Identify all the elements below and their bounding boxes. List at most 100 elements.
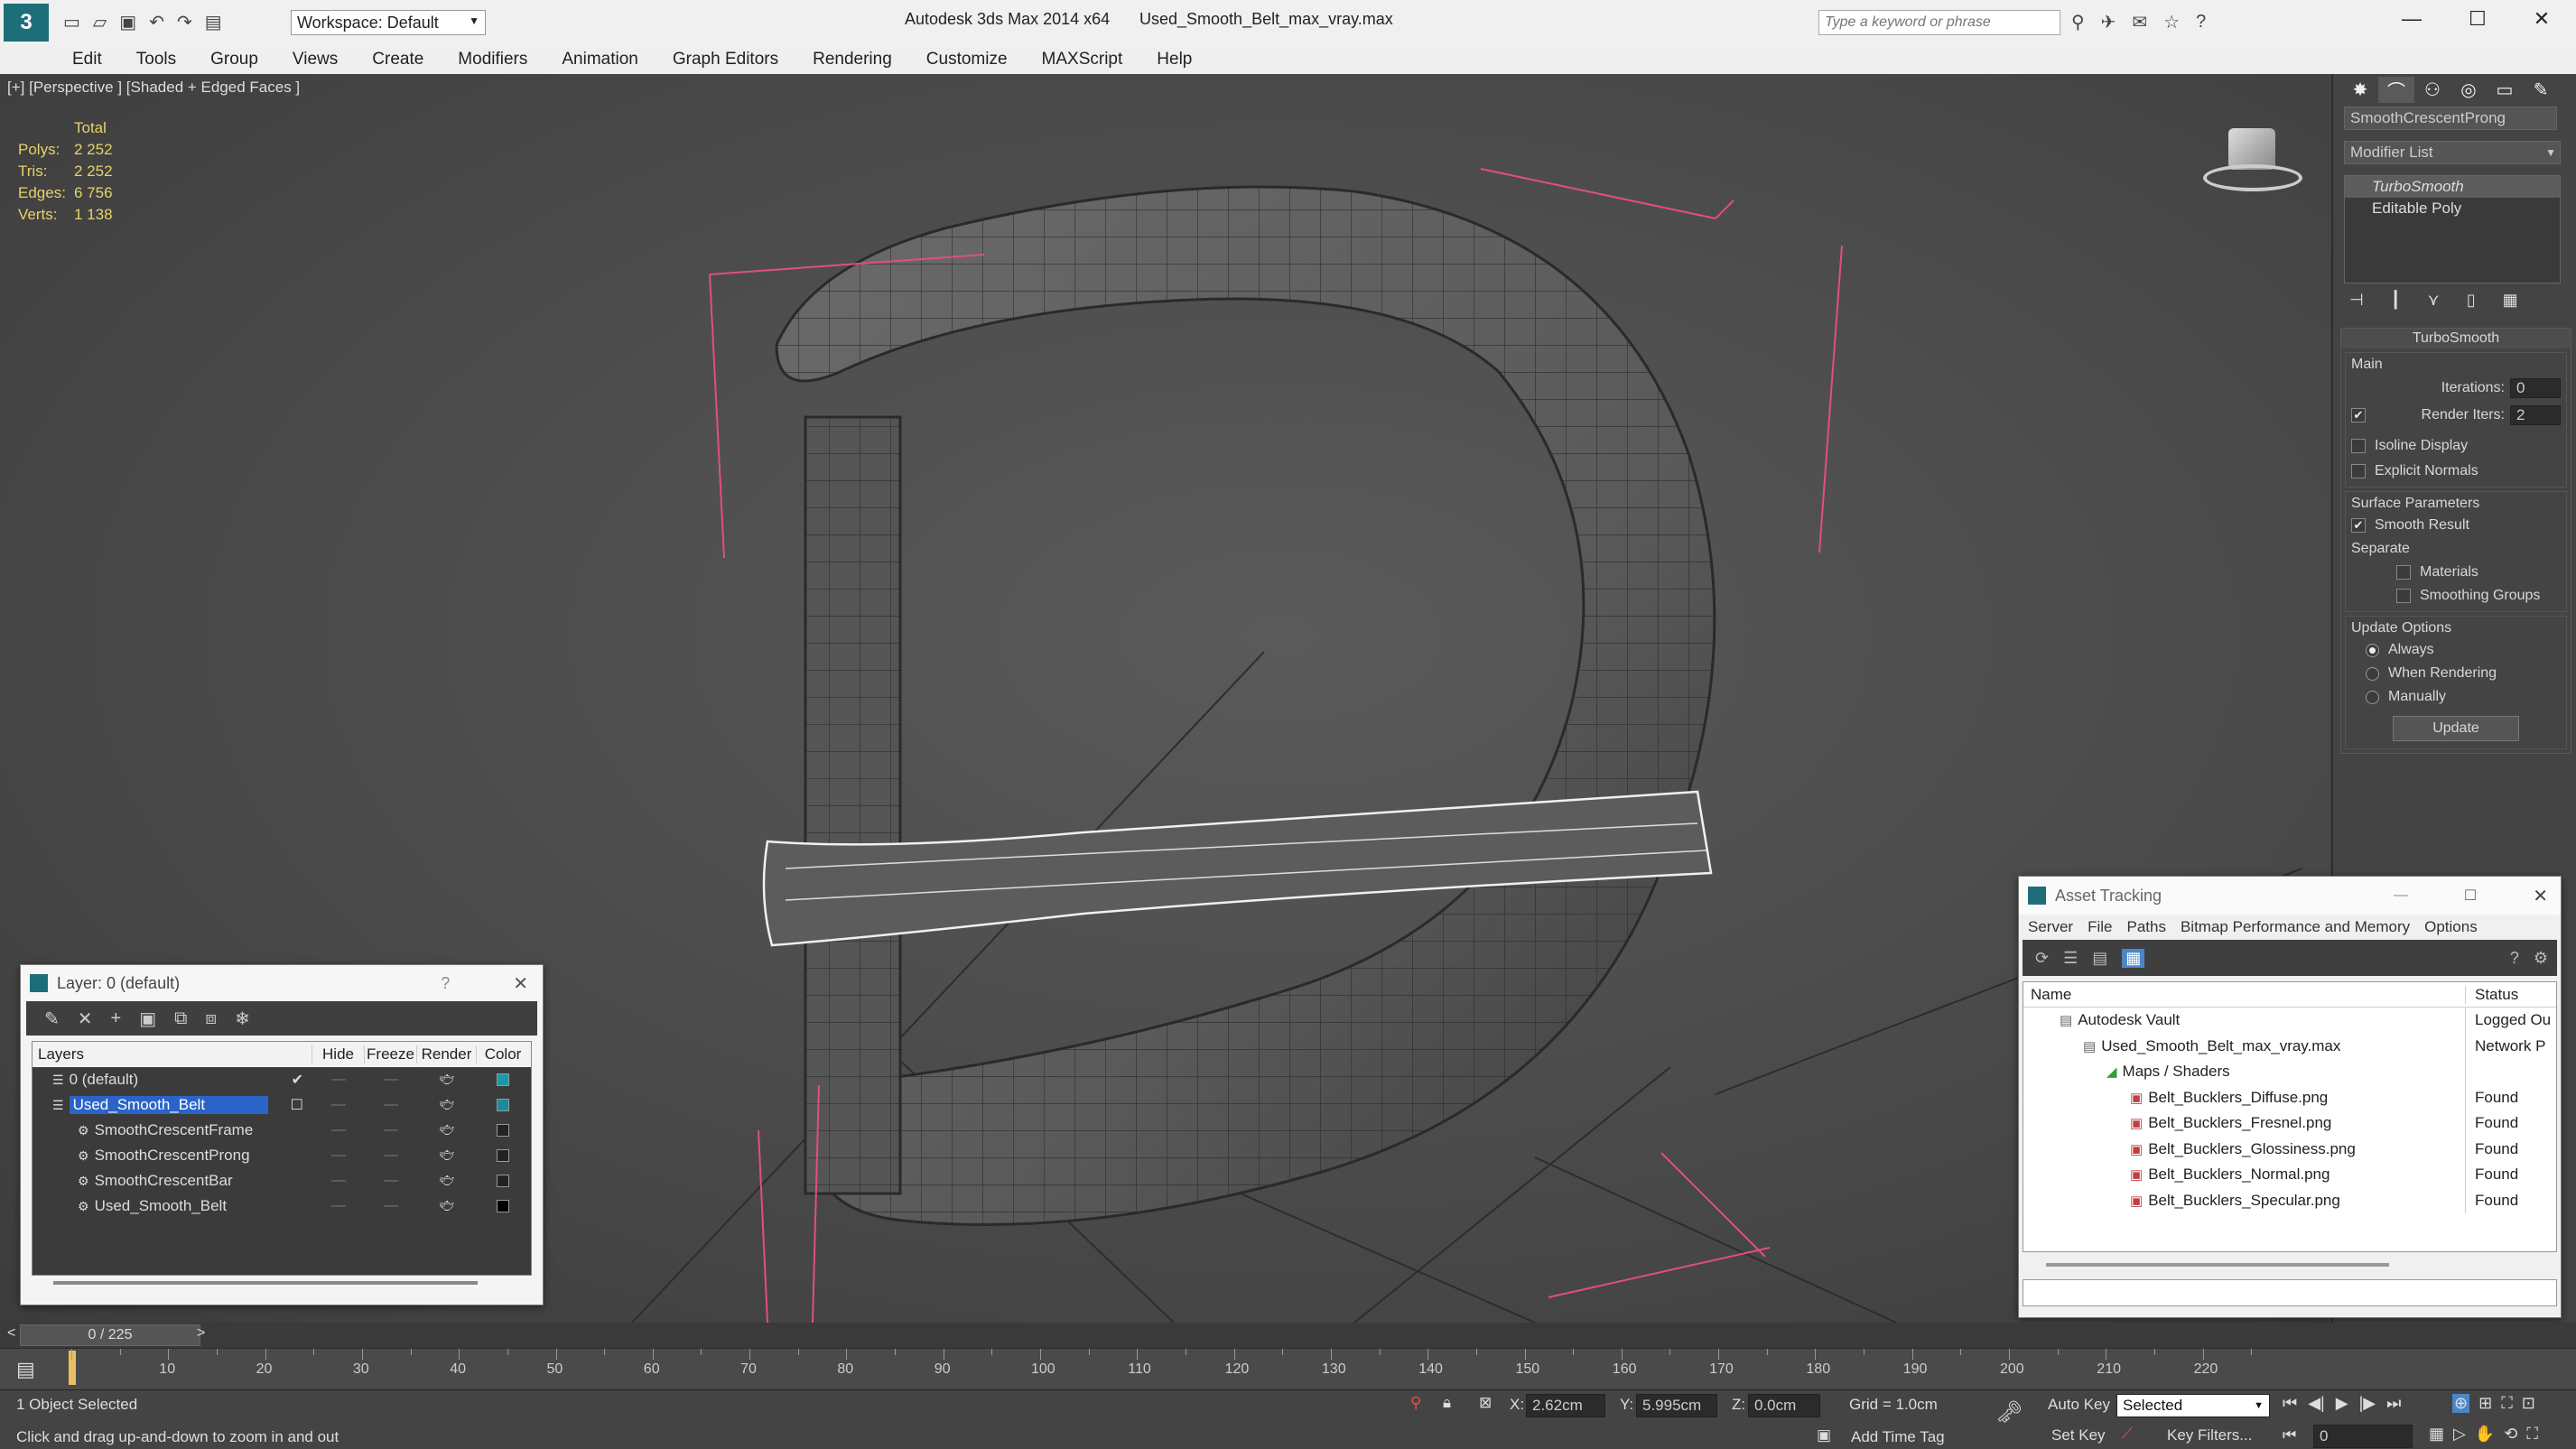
asset-row[interactable]: ▣ Belt_Bucklers_Specular.png Found bbox=[2023, 1187, 2556, 1213]
freeze-toggle[interactable]: — bbox=[365, 1147, 417, 1164]
update-button[interactable]: Update bbox=[2393, 716, 2519, 741]
col-layers[interactable]: Layers bbox=[33, 1045, 312, 1064]
thumbnail-view-icon[interactable]: ▤ bbox=[2092, 949, 2107, 968]
menu-customize[interactable]: Customize bbox=[926, 50, 1008, 70]
asset-row[interactable]: ▣ Belt_Bucklers_Normal.png Found bbox=[2023, 1162, 2556, 1188]
modify-tab-icon[interactable]: ⌒ bbox=[2378, 76, 2414, 103]
modifier-stack[interactable]: TurboSmooth Editable Poly bbox=[2344, 175, 2561, 283]
hide-toggle[interactable]: — bbox=[312, 1097, 365, 1113]
highlight-layer-icon[interactable]: ⧉ bbox=[174, 1008, 187, 1029]
create-tab-icon[interactable]: ✸ bbox=[2342, 79, 2378, 101]
layer-color-swatch[interactable] bbox=[497, 1175, 509, 1187]
render-iters-checkbox[interactable]: ✔ bbox=[2351, 408, 2366, 423]
explicit-normals-checkbox[interactable] bbox=[2351, 464, 2366, 478]
favorites-star-icon[interactable]: ☆ bbox=[2163, 11, 2180, 33]
layer-dialog-titlebar[interactable]: Layer: 0 (default) ? ✕ bbox=[21, 965, 543, 1001]
freeze-toggle[interactable]: — bbox=[365, 1072, 417, 1088]
zoom-all-icon[interactable]: ⊞ bbox=[2478, 1394, 2492, 1413]
subscription-icon[interactable]: ✈ bbox=[2101, 11, 2116, 33]
asset-menu-file[interactable]: File bbox=[2088, 918, 2112, 936]
binoculars-icon[interactable]: ⚲ bbox=[2071, 11, 2085, 33]
asset-row[interactable]: ▤ Autodesk Vault Logged Ou bbox=[2023, 1008, 2556, 1034]
render-iters-spinner[interactable]: 2 bbox=[2510, 405, 2561, 425]
always-radio[interactable] bbox=[2366, 643, 2379, 657]
asset-row[interactable]: ▣ Belt_Bucklers_Fresnel.png Found bbox=[2023, 1110, 2556, 1137]
add-time-tag[interactable]: Add Time Tag bbox=[1851, 1428, 1945, 1446]
field-of-view-icon[interactable]: ▷ bbox=[2453, 1425, 2466, 1444]
track-bar[interactable]: ▤ 10 20 30 40 50 60 70 80 90 100 110 120 130 140 150 16… bbox=[0, 1348, 2576, 1389]
add-to-layer-icon[interactable]: + bbox=[111, 1008, 122, 1029]
maximize-icon[interactable]: ☐ bbox=[2469, 7, 2487, 31]
search-input[interactable] bbox=[1825, 14, 2051, 31]
layer-row[interactable]: ⚙ SmoothCrescentProng — — 🫖︎ bbox=[33, 1143, 531, 1168]
close-icon[interactable]: ✕ bbox=[513, 972, 528, 995]
freeze-toggle[interactable]: — bbox=[365, 1198, 417, 1214]
close-icon[interactable]: ✕ bbox=[2534, 7, 2550, 31]
zoom-extents-all-icon[interactable]: ⊡ bbox=[2522, 1394, 2535, 1413]
hide-toggle[interactable]: — bbox=[312, 1173, 365, 1189]
next-key-icon[interactable]: |▶ bbox=[2359, 1394, 2376, 1413]
smooth-result-checkbox[interactable]: ✔ bbox=[2351, 518, 2366, 533]
prev-frame-icon[interactable]: < bbox=[7, 1325, 15, 1342]
orbit-icon[interactable]: ⟲ bbox=[2504, 1425, 2517, 1444]
menu-group[interactable]: Group bbox=[210, 50, 258, 70]
settings-icon[interactable]: ⚙ bbox=[2534, 949, 2548, 968]
hide-toggle[interactable]: — bbox=[312, 1122, 365, 1138]
asset-menu-paths[interactable]: Paths bbox=[2126, 918, 2165, 936]
active-layer-box-icon[interactable]: ☐ bbox=[291, 1096, 303, 1114]
hide-all-layers-icon[interactable]: ⧈ bbox=[205, 1008, 217, 1029]
asset-menu-options[interactable]: Options bbox=[2424, 918, 2478, 936]
col-name[interactable]: Name bbox=[2023, 985, 2466, 1004]
time-config-icon[interactable]: ▦ bbox=[2429, 1425, 2444, 1444]
stack-item-turbosmooth[interactable]: TurboSmooth bbox=[2345, 176, 2560, 198]
hierarchy-tab-icon[interactable]: ⚇ bbox=[2414, 79, 2450, 101]
time-slider-thumb[interactable]: 0 / 225 bbox=[20, 1324, 200, 1346]
menu-views[interactable]: Views bbox=[293, 50, 338, 70]
key-mode-toggle-icon[interactable]: ⏮ bbox=[2283, 1426, 2296, 1444]
auto-key-button[interactable]: Auto Key bbox=[2048, 1396, 2110, 1414]
minimize-icon[interactable]: — bbox=[2394, 887, 2408, 904]
layer-row[interactable]: ⚙ Used_Smooth_Belt — — 🫖︎ bbox=[33, 1194, 531, 1219]
hide-toggle[interactable]: — bbox=[312, 1198, 365, 1214]
isolate-selection-icon[interactable]: ⚲ bbox=[1410, 1394, 1421, 1412]
layer-color-swatch[interactable] bbox=[497, 1200, 509, 1212]
redo-icon[interactable]: ↷ bbox=[177, 11, 192, 33]
set-key-icon[interactable]: 🗝︎ bbox=[1995, 1399, 2023, 1426]
previous-key-icon[interactable]: ◀| bbox=[2308, 1394, 2325, 1413]
remove-modifier-icon[interactable]: ▯ bbox=[2467, 291, 2476, 310]
close-icon[interactable]: ✕ bbox=[2533, 885, 2548, 907]
make-unique-icon[interactable]: ⋎ bbox=[2428, 291, 2440, 310]
object-name-field[interactable]: SmoothCrescentProng bbox=[2344, 107, 2557, 130]
time-slider[interactable]: < 0 / 225 > bbox=[0, 1323, 2576, 1348]
play-icon[interactable]: ▶ bbox=[2336, 1394, 2348, 1413]
menu-edit[interactable]: Edit bbox=[72, 50, 102, 70]
smoothing-groups-checkbox[interactable] bbox=[2396, 589, 2411, 603]
zoom-extents-icon[interactable]: ⛶ bbox=[2501, 1394, 2513, 1413]
render-teapot-icon[interactable]: 🫖︎ bbox=[417, 1123, 477, 1138]
layer-row[interactable]: ⚙ SmoothCrescentFrame — — 🫖︎ bbox=[33, 1118, 531, 1143]
list-view-icon[interactable]: ☰ bbox=[2063, 949, 2078, 968]
layer-color-swatch[interactable] bbox=[497, 1124, 509, 1137]
render-teapot-icon[interactable]: 🫖︎ bbox=[417, 1174, 477, 1188]
utilities-tab-icon[interactable]: ✎ bbox=[2523, 79, 2559, 101]
asset-row[interactable]: ▤ Used_Smooth_Belt_max_vray.max Network P bbox=[2023, 1033, 2556, 1059]
asset-scrollbar[interactable] bbox=[2046, 1263, 2389, 1267]
maximize-icon[interactable]: ☐ bbox=[2464, 887, 2477, 905]
maximize-viewport-icon[interactable]: ⛶ bbox=[2526, 1425, 2538, 1444]
new-layer-icon[interactable]: ✎ bbox=[44, 1008, 60, 1030]
asset-row[interactable]: ▣ Belt_Bucklers_Diffuse.png Found bbox=[2023, 1084, 2556, 1110]
render-teapot-icon[interactable]: 🫖︎ bbox=[417, 1199, 477, 1213]
asset-menu-server[interactable]: Server bbox=[2028, 918, 2073, 936]
menu-animation[interactable]: Animation bbox=[562, 50, 638, 70]
layer-scrollbar[interactable] bbox=[53, 1281, 478, 1285]
current-frame-field[interactable]: 0 bbox=[2313, 1425, 2413, 1448]
viewcube[interactable] bbox=[2203, 121, 2302, 193]
asset-dialog-titlebar[interactable]: Asset Tracking — ☐ ✕ bbox=[2019, 877, 2561, 915]
menu-help[interactable]: Help bbox=[1157, 50, 1192, 70]
freeze-toggle[interactable]: — bbox=[365, 1173, 417, 1189]
communication-icon[interactable]: ✉ bbox=[2132, 11, 2147, 33]
search-box[interactable] bbox=[1818, 10, 2060, 35]
go-to-start-icon[interactable]: ⏮ bbox=[2283, 1394, 2297, 1413]
minimize-icon[interactable]: — bbox=[2402, 7, 2422, 31]
menu-graph-editors[interactable]: Graph Editors bbox=[673, 50, 778, 70]
